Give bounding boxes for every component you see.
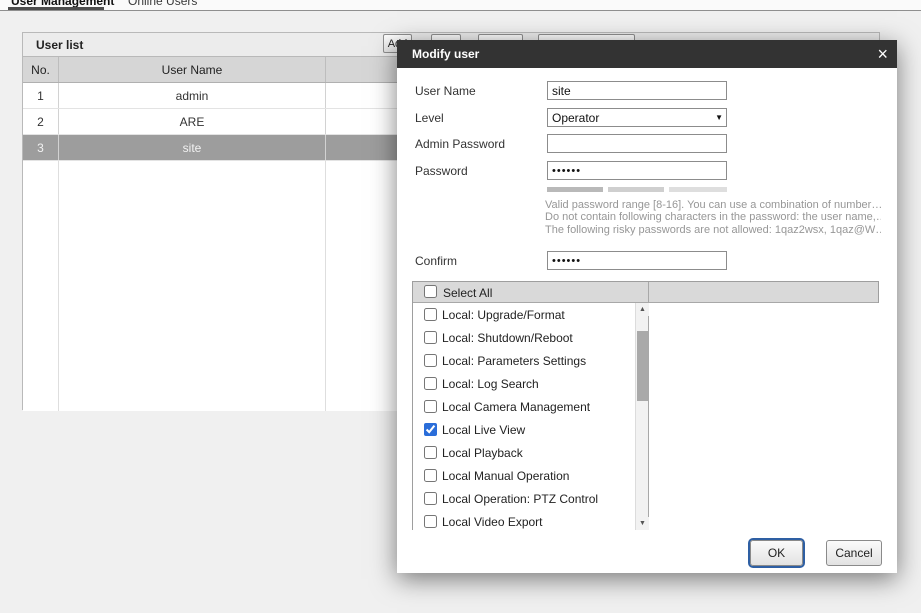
password-field[interactable] [547,161,727,180]
column-header-username: User Name [59,57,326,82]
row-username: admin [59,83,326,108]
permission-label: Local: Log Search [442,376,539,391]
permission-label: Local: Upgrade/Format [442,307,565,322]
cancel-button[interactable]: Cancel [826,540,882,566]
password-hint-line: Valid password range [8-16]. You can use… [545,199,881,211]
select-all-checkbox[interactable] [424,285,437,298]
permission-item: Local: Shutdown/Reboot [413,326,635,349]
ok-button[interactable]: OK [750,540,803,566]
permission-item: Local Playback [413,441,635,464]
permission-item: Local: Log Search [413,372,635,395]
level-select[interactable]: Operator ▼ [547,108,727,127]
column-divider [58,161,59,411]
permission-checkbox[interactable] [424,515,437,528]
permission-checkbox[interactable] [424,423,437,436]
level-label: Level [415,111,444,125]
permission-item: Local Manual Operation [413,464,635,487]
permission-checkbox[interactable] [424,492,437,505]
scroll-up-icon[interactable]: ▲ [636,303,649,316]
dialog-title: Modify user [412,47,480,61]
row-username: site [59,135,326,160]
username-field[interactable] [547,81,727,100]
permission-checkbox[interactable] [424,469,437,482]
password-hints: Valid password range [8-16]. You can use… [545,199,881,236]
dialog-titlebar: Modify user × [397,40,897,68]
permission-item: Local Live View [413,418,635,441]
admin-password-label: Admin Password [415,137,506,151]
row-no: 1 [23,83,59,108]
column-header-no: No. [23,57,59,82]
scrollbar-thumb[interactable] [637,331,648,401]
permission-checkbox[interactable] [424,377,437,390]
screen: User Management Online Users User list A… [0,0,921,613]
password-strength-bar [608,187,664,192]
close-icon[interactable]: × [877,43,888,65]
row-username: ARE [59,109,326,134]
select-all-label: Select All [443,286,493,300]
permission-checkbox[interactable] [424,331,437,344]
admin-password-field[interactable] [547,134,727,153]
permission-label: Local: Shutdown/Reboot [442,330,573,345]
active-tab-underline [8,7,104,10]
permission-label: Local: Parameters Settings [442,353,587,368]
permission-item: Local: Upgrade/Format [413,303,635,326]
permission-item: Local Video Export [413,510,635,530]
column-divider [325,161,326,411]
password-hint-line: Do not contain following characters in t… [545,211,881,224]
level-select-value: Operator [552,110,600,125]
permission-item: Local Camera Management [413,395,635,418]
confirm-password-label: Confirm [415,254,458,268]
password-strength-bar [669,187,727,192]
permission-label: Local Camera Management [442,399,591,414]
permission-label: Local Operation: PTZ Control [442,491,599,506]
permission-item: Local Operation: PTZ Control [413,487,635,510]
permissions-right-pane [649,303,879,530]
permission-checkbox[interactable] [424,400,437,413]
permissions-panel: Select All Local: Upgrade/Format Local: … [412,281,879,530]
permissions-header: Select All [413,282,878,303]
permission-label: Local Live View [442,422,526,437]
permission-item: Local: Parameters Settings [413,349,635,372]
chevron-down-icon: ▼ [715,113,723,122]
scrollbar[interactable]: ▲ ▼ [635,303,649,530]
permissions-list: Local: Upgrade/Format Local: Shutdown/Re… [413,303,635,530]
permission-checkbox[interactable] [424,354,437,367]
confirm-password-field[interactable] [547,251,727,270]
tab-bar: User Management Online Users [0,0,921,11]
permission-label: Local Video Export [442,514,543,529]
password-strength-bar [547,187,603,192]
tab-online-users[interactable]: Online Users [128,0,197,8]
modify-user-dialog: Modify user × User Name Level Operator ▼… [397,40,897,573]
row-no: 2 [23,109,59,134]
scroll-down-icon[interactable]: ▼ [636,517,649,530]
row-no: 3 [23,135,59,160]
password-label: Password [415,164,468,178]
permission-label: Local Playback [442,445,523,460]
password-hint-line: The following risky passwords are not al… [545,223,881,236]
username-label: User Name [415,84,476,98]
permission-checkbox[interactable] [424,446,437,459]
user-list-title: User list [36,38,84,52]
permission-label: Local Manual Operation [442,468,570,483]
permission-checkbox[interactable] [424,308,437,321]
